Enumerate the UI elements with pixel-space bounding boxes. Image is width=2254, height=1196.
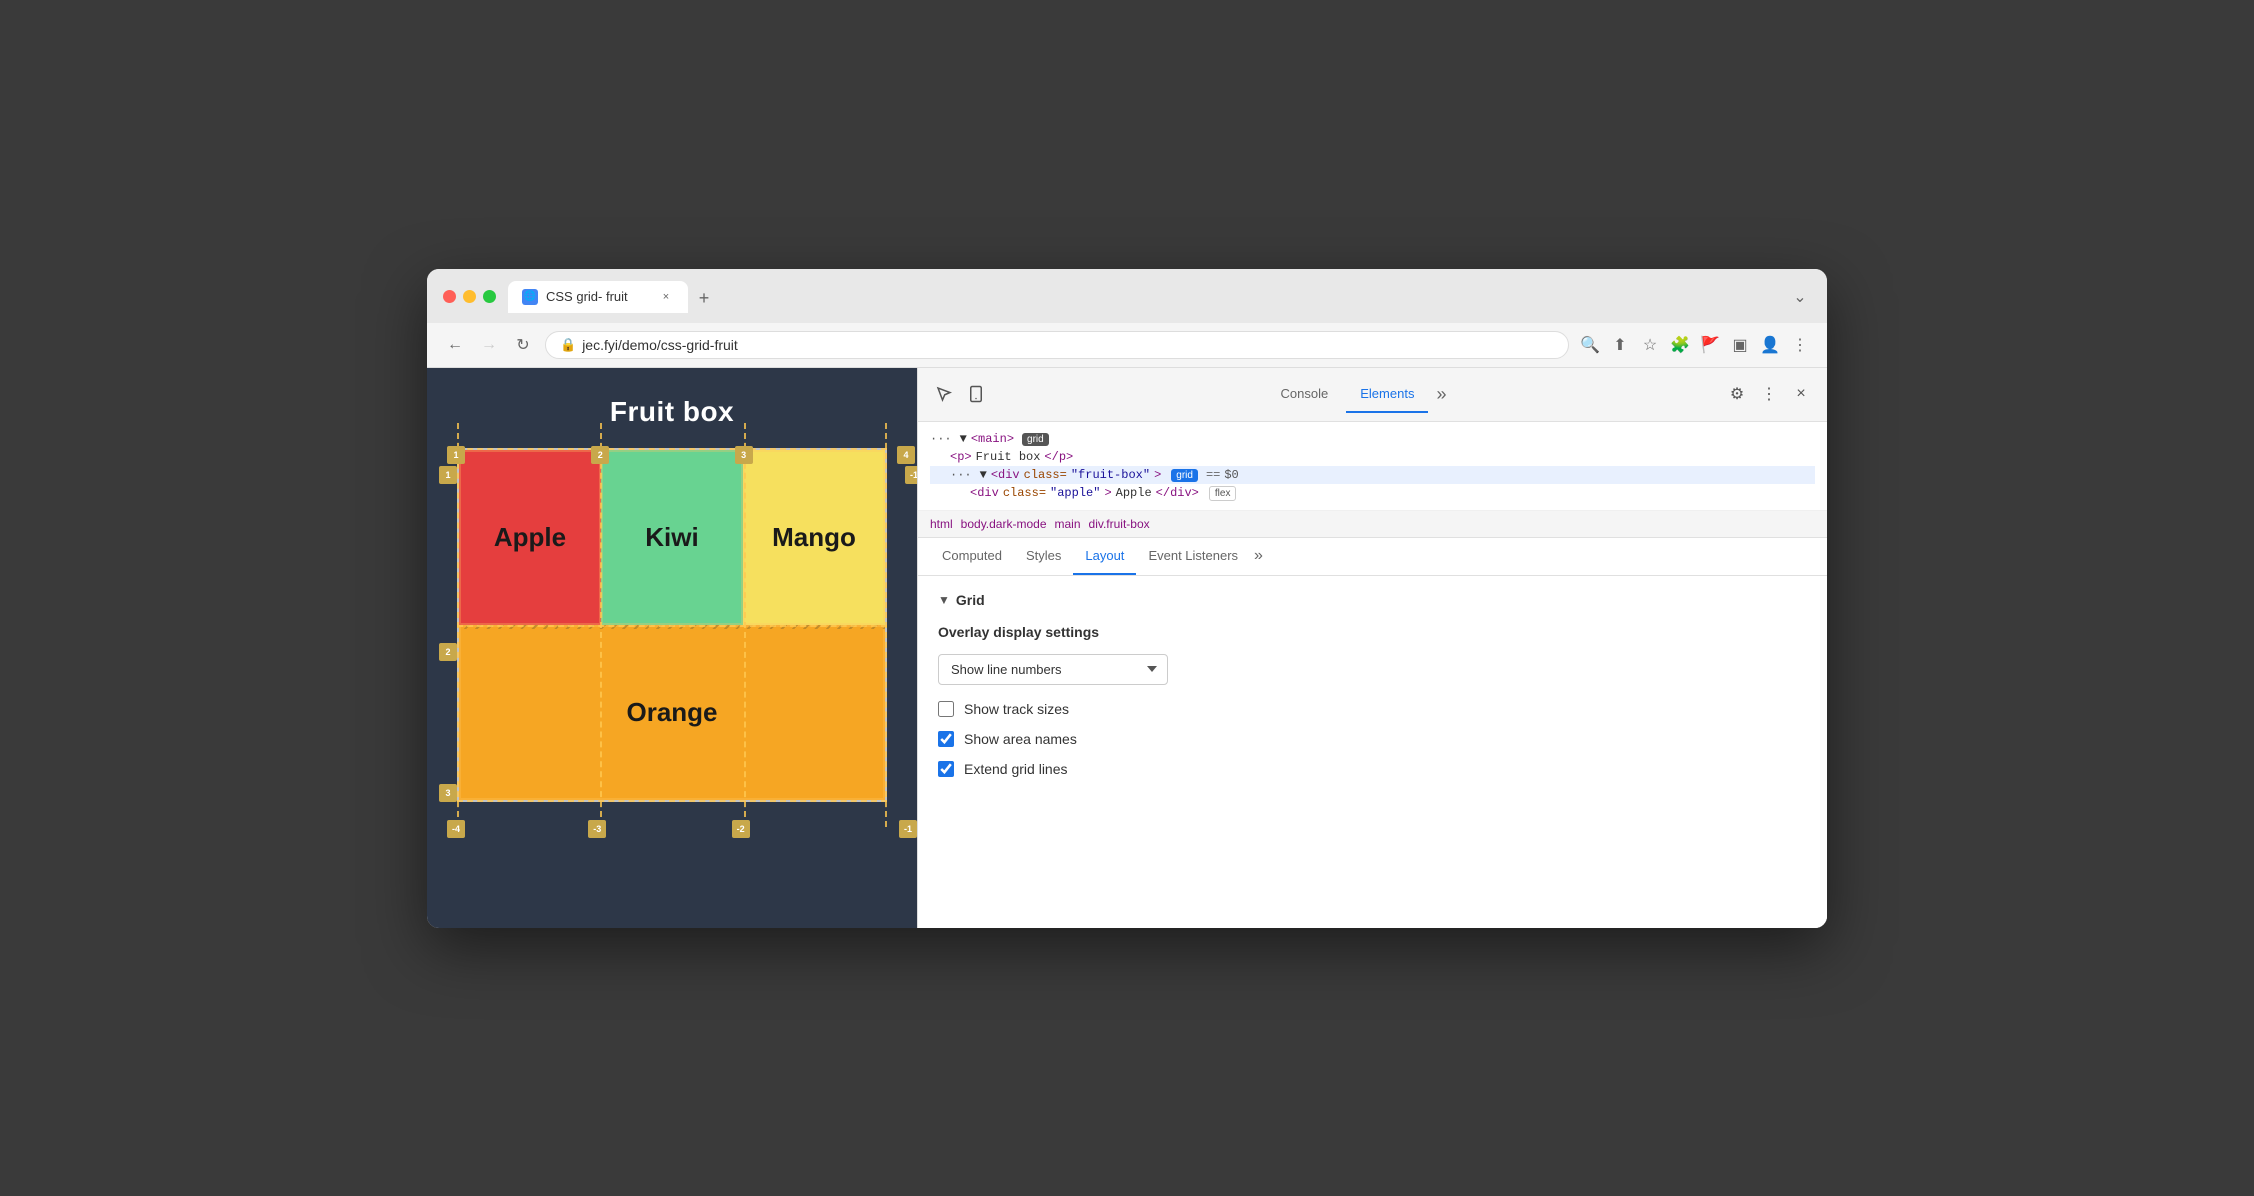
fruit-orange: Orange: [459, 625, 885, 800]
dom-line-div-apple[interactable]: <div class= "apple" > Apple </div> flex: [930, 484, 1815, 502]
grid-badge-bot-neg2: -2: [732, 820, 750, 838]
back-button[interactable]: ←: [443, 333, 467, 357]
breadcrumbs: html body.dark-mode main div.fruit-box: [918, 511, 1827, 538]
grid-badge-top-4: 4: [897, 446, 915, 464]
address-actions: 🔍 ⬆ ☆ 🧩 🚩 ▣ 👤 ⋮: [1579, 334, 1811, 356]
address-bar: ← → ↻ 🔒 jec.fyi/demo/css-grid-fruit 🔍 ⬆ …: [427, 323, 1827, 368]
dom-line-div-fruitbox[interactable]: ··· ▼ <div class= "fruit-box" > grid == …: [930, 466, 1815, 484]
devtools-settings-button[interactable]: ⚙: [1723, 380, 1751, 408]
badge-grid-blue: grid: [1171, 469, 1198, 482]
overlay-settings-title: Overlay display settings: [938, 624, 1807, 640]
checkbox-area-names-label: Show area names: [964, 731, 1077, 747]
new-tab-button[interactable]: +: [690, 285, 718, 313]
lock-icon: 🔒: [560, 337, 576, 353]
fullscreen-traffic-light[interactable]: [483, 290, 496, 303]
devtools-close-button[interactable]: ×: [1787, 380, 1815, 408]
main-content: Fruit box 1: [427, 368, 1827, 928]
section-arrow: ▼: [938, 593, 950, 607]
dom-tree: ··· ▼ <main> grid <p> Fruit box </p> ···…: [918, 422, 1827, 511]
grid-badge-bot-neg4: -4: [447, 820, 465, 838]
menu-icon[interactable]: ⋮: [1789, 334, 1811, 356]
tab-console[interactable]: Console: [1267, 376, 1343, 413]
grid-badge-left-2: 2: [439, 643, 457, 661]
forward-button[interactable]: →: [477, 333, 501, 357]
tab-elements[interactable]: Elements: [1346, 376, 1428, 413]
checkbox-extend-grid-lines-label: Extend grid lines: [964, 761, 1068, 777]
panel-tab-computed[interactable]: Computed: [930, 538, 1014, 575]
grid-badge-bot-neg1: -1: [899, 820, 917, 838]
tab-title: CSS grid- fruit: [546, 289, 628, 304]
title-bar: 🌐 CSS grid- fruit × + ⌄: [427, 269, 1827, 323]
grid-container: 1 2 3 4 1 2 3: [457, 448, 887, 802]
checkbox-track-sizes-input[interactable]: [938, 701, 954, 717]
layout-panel: ▼ Grid Overlay display settings Show lin…: [918, 576, 1827, 928]
fruit-mango: Mango: [743, 450, 885, 625]
grid-badge-top-2: 2: [591, 446, 609, 464]
devtools-toolbar: Console Elements » ⚙ ⋮ ×: [918, 368, 1827, 422]
grid-badge-top-3: 3: [735, 446, 753, 464]
panel-tab-layout[interactable]: Layout: [1073, 538, 1136, 575]
dropdown-row: Show line numbers Show line names Hide l…: [938, 654, 1807, 685]
fruit-apple: Apple: [459, 450, 601, 625]
share-icon[interactable]: ⬆: [1609, 334, 1631, 356]
devtools-settings: ⚙ ⋮ ×: [1723, 380, 1815, 408]
checkbox-extend-grid-lines-input[interactable]: [938, 761, 954, 777]
fruit-grid: Apple Kiwi Mango Orange: [457, 448, 887, 802]
panel-tabs: Computed Styles Layout Event Listeners »: [918, 538, 1827, 576]
breadcrumb-html[interactable]: html: [930, 517, 953, 531]
grid-section-title[interactable]: ▼ Grid: [938, 592, 1807, 608]
checkbox-area-names-input[interactable]: [938, 731, 954, 747]
checkbox-show-track-sizes: Show track sizes: [938, 701, 1807, 717]
tabs-row: 🌐 CSS grid- fruit × +: [508, 281, 1777, 313]
close-traffic-light[interactable]: [443, 290, 456, 303]
refresh-button[interactable]: ↻: [511, 333, 535, 357]
panel-tab-styles[interactable]: Styles: [1014, 538, 1073, 575]
dom-line-main[interactable]: ··· ▼ <main> grid: [930, 430, 1815, 448]
overflow-arrow[interactable]: ⌄: [1789, 286, 1811, 308]
device-emulation-button[interactable]: [962, 380, 990, 408]
zoom-icon[interactable]: 🔍: [1579, 334, 1601, 356]
fruit-kiwi: Kiwi: [601, 450, 743, 625]
grid-badge-left-3: 3: [439, 784, 457, 802]
panel-tab-event-listeners[interactable]: Event Listeners: [1136, 538, 1250, 575]
checkbox-extend-grid-lines: Extend grid lines: [938, 761, 1807, 777]
badge-flex: flex: [1209, 486, 1237, 501]
webpage-area: Fruit box 1: [427, 368, 917, 928]
devtools-more-button[interactable]: ⋮: [1755, 380, 1783, 408]
badge-grid-main: grid: [1022, 433, 1049, 446]
url-text: jec.fyi/demo/css-grid-fruit: [582, 337, 1554, 353]
grid-section-label: Grid: [956, 592, 985, 608]
minimize-traffic-light[interactable]: [463, 290, 476, 303]
checkbox-show-area-names: Show area names: [938, 731, 1807, 747]
grid-badge-bot-neg3: -3: [588, 820, 606, 838]
grid-badge-left-1: 1: [439, 466, 457, 484]
tab-close-button[interactable]: ×: [658, 289, 674, 305]
devtools-panel: Console Elements » ⚙ ⋮ × ··· ▼ <main: [917, 368, 1827, 928]
profile-icon[interactable]: 👤: [1759, 334, 1781, 356]
fruit-box-title: Fruit box: [427, 368, 917, 448]
extensions-icon[interactable]: 🧩: [1669, 334, 1691, 356]
grid-badge-right-neg1: -1: [905, 466, 917, 484]
panel-tab-more[interactable]: »: [1254, 547, 1263, 565]
checkbox-track-sizes-label: Show track sizes: [964, 701, 1069, 717]
traffic-lights: [443, 290, 496, 303]
sidebar-icon[interactable]: ▣: [1729, 334, 1751, 356]
line-numbers-dropdown[interactable]: Show line numbers Show line names Hide l…: [938, 654, 1168, 685]
dom-line-p[interactable]: <p> Fruit box </p>: [930, 448, 1815, 466]
tab-more-button[interactable]: »: [1436, 384, 1446, 405]
browser-window: 🌐 CSS grid- fruit × + ⌄ ← → ↻ 🔒 jec.fyi/…: [427, 269, 1827, 928]
inspect-element-button[interactable]: [930, 380, 958, 408]
tab-favicon: 🌐: [522, 289, 538, 305]
url-bar[interactable]: 🔒 jec.fyi/demo/css-grid-fruit: [545, 331, 1569, 359]
flag-icon[interactable]: 🚩: [1699, 334, 1721, 356]
breadcrumb-main[interactable]: main: [1055, 517, 1081, 531]
grid-badge-top-1: 1: [447, 446, 465, 464]
breadcrumb-body[interactable]: body.dark-mode: [961, 517, 1047, 531]
active-tab[interactable]: 🌐 CSS grid- fruit ×: [508, 281, 688, 313]
star-icon[interactable]: ☆: [1639, 334, 1661, 356]
breadcrumb-div-fruitbox[interactable]: div.fruit-box: [1089, 517, 1150, 531]
